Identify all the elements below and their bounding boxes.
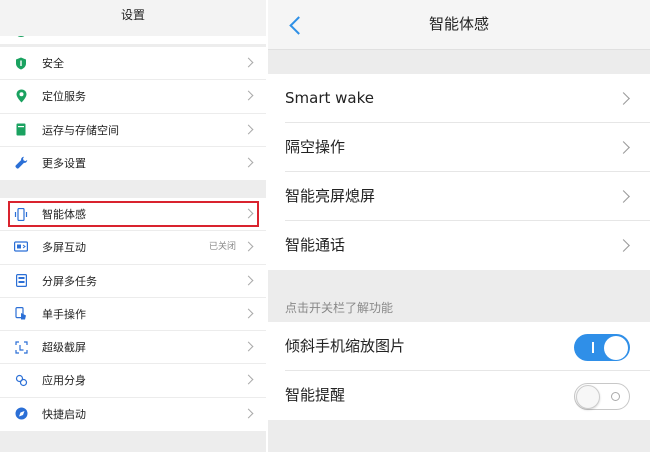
settings-item-label: 单手操作 bbox=[42, 307, 86, 321]
settings-item-label: 运存与存储空间 bbox=[42, 123, 119, 137]
highlight-box bbox=[8, 201, 259, 227]
storage-icon bbox=[14, 123, 28, 137]
settings-item-label: 快捷启动 bbox=[42, 407, 86, 421]
chevron-right-icon bbox=[243, 308, 254, 319]
settings-item-label: 定位服务 bbox=[42, 90, 86, 104]
list-item-label: 隔空操作 bbox=[285, 138, 346, 156]
list-item-label: Smart wake bbox=[285, 89, 374, 107]
split-screen-icon bbox=[14, 274, 28, 288]
toggle-off-mark bbox=[611, 392, 620, 401]
settings-item-one-hand[interactable]: 单手操作 bbox=[0, 298, 266, 332]
settings-item-label: 应用分身 bbox=[42, 374, 86, 388]
chevron-right-icon bbox=[243, 57, 254, 68]
location-pin-icon bbox=[14, 89, 28, 103]
settings-item-quick-launch[interactable]: 快捷启动 bbox=[0, 398, 266, 431]
settings-item-label: 安全 bbox=[42, 57, 64, 70]
settings-group-1: 安全 定位服务 运存与存储空间 更多设置 bbox=[0, 47, 266, 181]
toggle-row-smart-reminder: 智能提醒 bbox=[285, 371, 650, 420]
chevron-right-icon bbox=[617, 92, 630, 105]
section-hint: 点击开关栏了解功能 bbox=[285, 301, 394, 315]
settings-title: 设置 bbox=[120, 8, 145, 22]
chevron-right-icon bbox=[243, 375, 254, 385]
chevron-right-icon bbox=[243, 157, 254, 168]
settings-group-2: 智能体感 多屏互动 已关闭 分屏多任务 单手操作 超级截屏 应用分身 快捷启动 bbox=[0, 198, 266, 432]
back-arrow-icon[interactable] bbox=[284, 12, 308, 38]
settings-item-location[interactable]: 定位服务 bbox=[0, 80, 266, 114]
screenshot-icon bbox=[14, 340, 28, 354]
app-clone-icon bbox=[14, 373, 28, 387]
chevron-right-icon bbox=[243, 241, 254, 252]
multiscreen-status: 已关闭 bbox=[208, 242, 236, 253]
settings-item-multiscreen[interactable]: 多屏互动 已关闭 bbox=[0, 231, 266, 265]
screen-share-icon bbox=[14, 240, 28, 254]
toggle-list: 倾斜手机缩放图片 智能提醒 bbox=[268, 322, 650, 420]
chevron-right-icon bbox=[243, 275, 254, 286]
settings-item-security[interactable]: 安全 bbox=[0, 47, 266, 81]
toggle-knob bbox=[604, 335, 628, 360]
smart-motion-header: 智能体感 bbox=[268, 0, 650, 50]
list-item-air-gesture[interactable]: 隔空操作 bbox=[285, 123, 650, 172]
tilt-zoom-toggle[interactable] bbox=[574, 334, 630, 361]
one-hand-icon bbox=[14, 307, 28, 321]
chevron-right-icon bbox=[243, 90, 254, 101]
chevron-right-icon bbox=[617, 141, 630, 154]
list-item-smart-call[interactable]: 智能通话 bbox=[285, 221, 650, 270]
chevron-right-icon bbox=[243, 341, 254, 352]
toggle-knob bbox=[576, 384, 600, 409]
page-title: 智能体感 bbox=[428, 15, 489, 33]
settings-item-more[interactable]: 更多设置 bbox=[0, 147, 266, 180]
toggle-row-tilt-zoom: 倾斜手机缩放图片 bbox=[285, 322, 650, 371]
settings-item-app-clone[interactable]: 应用分身 bbox=[0, 364, 266, 398]
chevron-right-icon bbox=[243, 408, 254, 419]
smart-motion-list: Smart wake 隔空操作 智能亮屏熄屏 智能通话 bbox=[268, 74, 650, 270]
quick-launch-icon bbox=[14, 407, 28, 421]
smart-motion-panel: 智能体感 Smart wake 隔空操作 智能亮屏熄屏 智能通话 点击开关栏了解… bbox=[268, 0, 650, 452]
chevron-right-icon bbox=[617, 190, 630, 203]
settings-item-label: 多屏互动 bbox=[42, 241, 86, 255]
toggle-label: 倾斜手机缩放图片 bbox=[285, 337, 406, 355]
chevron-right-icon bbox=[243, 124, 254, 135]
chevron-right-icon bbox=[617, 239, 630, 252]
settings-item-label: 超级截屏 bbox=[42, 341, 86, 355]
smart-reminder-toggle[interactable] bbox=[574, 383, 630, 410]
wrench-icon bbox=[14, 156, 28, 170]
shield-icon bbox=[14, 56, 28, 70]
settings-item-storage[interactable]: 运存与存储空间 bbox=[0, 114, 266, 147]
list-item-smart-wake[interactable]: Smart wake bbox=[285, 74, 650, 123]
settings-item-label: 分屏多任务 bbox=[42, 274, 97, 288]
list-item-label: 智能通话 bbox=[285, 236, 346, 254]
settings-item-split-screen[interactable]: 分屏多任务 bbox=[0, 265, 266, 298]
list-item-label: 智能亮屏熄屏 bbox=[285, 187, 376, 205]
settings-panel: 设置 安全 定位服务 运存与存储空间 更多设置 智能体感 多屏互动 已关闭 分屏… bbox=[0, 0, 266, 452]
settings-item-screenshot[interactable]: 超级截屏 bbox=[0, 331, 266, 365]
list-item-smart-screen[interactable]: 智能亮屏熄屏 bbox=[285, 172, 650, 221]
toggle-on-mark bbox=[592, 342, 594, 353]
settings-header: 设置 bbox=[0, 0, 266, 36]
settings-item-label: 更多设置 bbox=[42, 156, 86, 170]
toggle-label: 智能提醒 bbox=[285, 386, 346, 404]
